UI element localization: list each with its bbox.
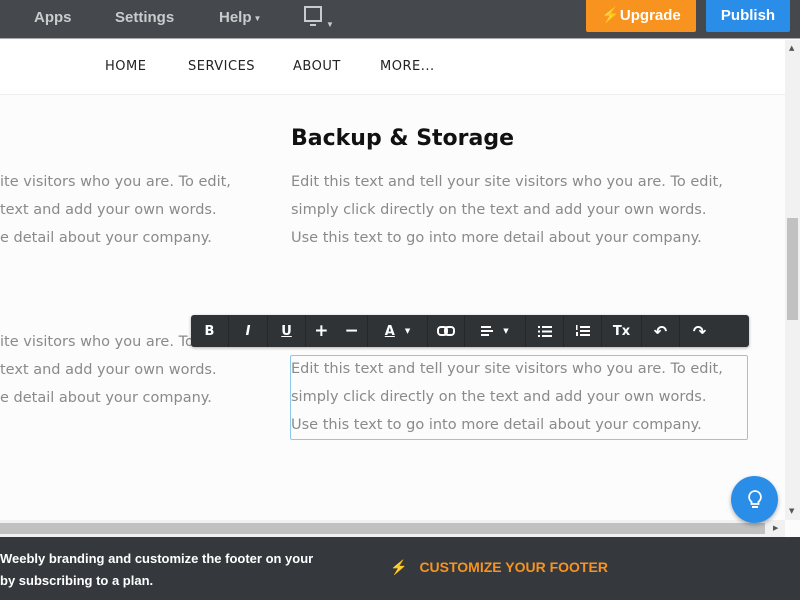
right-text-block-1[interactable]: Edit this text and tell your site visito… <box>291 168 723 252</box>
underline-button[interactable]: U <box>268 315 306 347</box>
text-line: text and add your own words. <box>0 202 217 218</box>
scrollbar-thumb[interactable] <box>787 218 798 320</box>
bullet-list-button[interactable] <box>526 315 564 347</box>
upgrade-label: Upgrade <box>619 7 681 24</box>
text-line: simply click directly on the text and ad… <box>291 202 707 218</box>
decrease-size-button[interactable]: − <box>345 321 359 341</box>
caret-down-icon: ▼ <box>253 13 262 23</box>
clear-format-button[interactable]: Tx <box>602 315 642 347</box>
left-text-block-1[interactable]: ite visitors who you are. To edit, text … <box>0 168 231 252</box>
nav-home[interactable]: HOME <box>105 59 146 74</box>
caret-down-icon: ▼ <box>326 19 334 29</box>
lightbulb-icon <box>747 489 762 508</box>
link-icon <box>437 326 455 336</box>
scroll-right-icon[interactable]: ▶ <box>773 524 778 532</box>
device-preview-menu[interactable]: ▼ <box>304 6 334 32</box>
text-format-toolbar: B I U + − A ▼ ▼ Tx ↶ ↷ <box>191 315 749 347</box>
vertical-scrollbar[interactable]: ▲ ▼ <box>785 40 800 520</box>
publish-button[interactable]: Publish <box>706 0 790 32</box>
redo-button[interactable]: ↷ <box>680 315 719 347</box>
text-line: Edit this text and tell your site visito… <box>291 361 723 377</box>
italic-button[interactable]: I <box>229 315 268 347</box>
help-label: Help <box>219 9 252 26</box>
caret-down-icon: ▼ <box>503 327 509 335</box>
caret-down-icon: ▼ <box>404 327 411 335</box>
scroll-down-icon[interactable]: ▼ <box>789 507 794 515</box>
footer-message-line: by subscribing to a plan. <box>0 573 154 588</box>
settings-menu[interactable]: Settings <box>115 9 174 26</box>
undo-button[interactable]: ↶ <box>642 315 680 347</box>
text-line: text and add your own words. <box>0 362 217 378</box>
top-bar: Apps Settings Help ▼ ▼ ⚡Upgrade Publish <box>0 0 800 39</box>
numbered-list-button[interactable] <box>564 315 602 347</box>
upgrade-button[interactable]: ⚡Upgrade <box>586 0 696 32</box>
text-line: ite visitors who you are. To <box>0 334 194 350</box>
monitor-icon <box>304 6 322 26</box>
help-menu[interactable]: Help ▼ <box>219 9 261 26</box>
lightning-icon: ⚡ <box>390 559 408 575</box>
text-line: ite visitors who you are. To edit, <box>0 174 231 190</box>
text-line: e detail about your company. <box>0 230 212 246</box>
nav-more[interactable]: MORE... <box>380 59 435 74</box>
align-left-icon <box>481 326 494 336</box>
undo-icon: ↶ <box>653 321 668 341</box>
text-line: e detail about your company. <box>0 390 212 406</box>
scrollbar-thumb[interactable] <box>0 523 765 534</box>
footer-banner: Weebly branding and customize the footer… <box>0 537 800 600</box>
section-heading[interactable]: Backup & Storage <box>291 126 514 151</box>
text-line: simply click directly on the text and ad… <box>291 389 707 405</box>
text-line: Edit this text and tell your site visito… <box>291 174 723 190</box>
nav-about[interactable]: ABOUT <box>293 59 341 74</box>
tips-button[interactable] <box>731 476 778 523</box>
numbered-list-icon <box>576 325 590 336</box>
bold-button[interactable]: B <box>191 315 229 347</box>
align-button[interactable]: ▼ <box>465 315 526 347</box>
lightning-icon: ⚡ <box>601 7 620 24</box>
apps-menu[interactable]: Apps <box>34 9 72 26</box>
font-size-buttons: + − <box>306 315 368 347</box>
site-nav: HOME SERVICES ABOUT MORE... <box>0 40 785 95</box>
scroll-up-icon[interactable]: ▲ <box>789 44 794 52</box>
increase-size-button[interactable]: + <box>314 321 328 341</box>
footer-message-line: Weebly branding and customize the footer… <box>0 551 314 566</box>
redo-icon: ↷ <box>692 321 707 341</box>
bullet-list-icon <box>537 325 552 337</box>
customize-footer-label: CUSTOMIZE YOUR FOOTER <box>419 559 608 575</box>
text-line: Use this text to go into more detail abo… <box>291 230 702 246</box>
link-button[interactable] <box>428 315 465 347</box>
text-color-button[interactable]: A ▼ <box>368 315 428 347</box>
text-color-label: A <box>384 323 395 339</box>
customize-footer-link[interactable]: ⚡ CUSTOMIZE YOUR FOOTER <box>390 559 608 576</box>
nav-services[interactable]: SERVICES <box>188 59 255 74</box>
right-text-block-2[interactable]: Edit this text and tell your site visito… <box>291 355 723 439</box>
left-text-block-2[interactable]: ite visitors who you are. To text and ad… <box>0 328 217 412</box>
horizontal-scrollbar[interactable]: ▶ <box>0 520 785 537</box>
text-line: Use this text to go into more detail abo… <box>291 417 702 433</box>
